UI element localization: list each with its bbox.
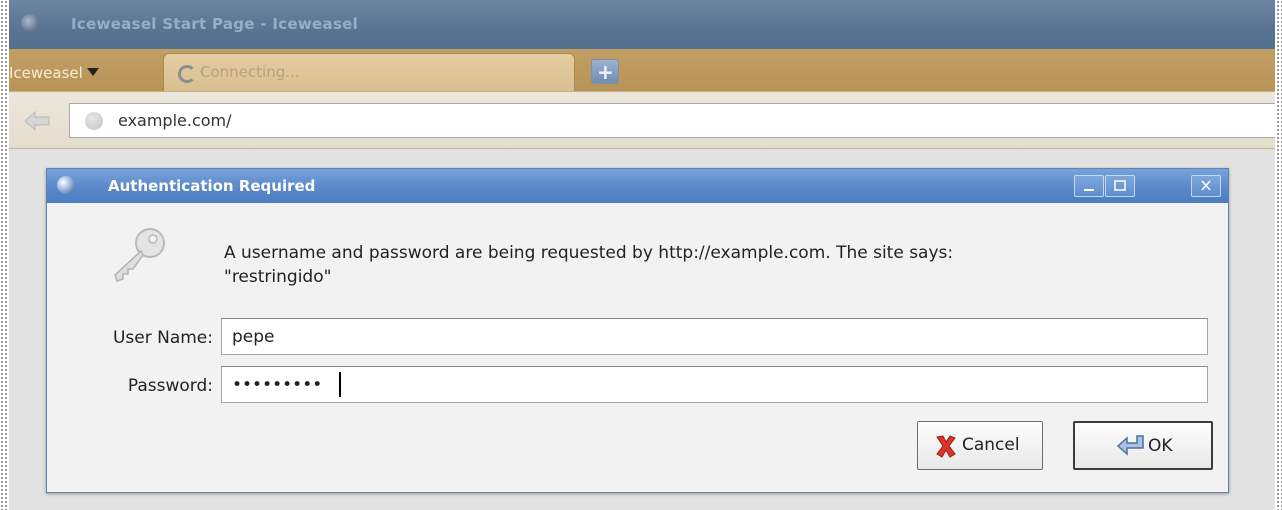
close-icon [1201, 180, 1211, 191]
password-input[interactable] [222, 367, 1207, 402]
minimize-icon [1084, 189, 1094, 191]
tab-label: Connecting... [200, 63, 300, 81]
key-icon [114, 228, 165, 282]
close-button[interactable] [1191, 175, 1221, 197]
site-identity-icon [85, 112, 103, 130]
ok-button[interactable]: OK [1073, 421, 1213, 470]
username-input[interactable] [222, 319, 1207, 354]
back-arrow-icon [24, 110, 50, 132]
cancel-button[interactable]: Cancel [917, 421, 1043, 470]
username-label: User Name: [112, 328, 213, 348]
password-label: Password: [127, 376, 213, 396]
new-tab-button[interactable]: + [591, 59, 619, 84]
plus-icon: + [597, 60, 614, 84]
cancel-label: Cancel [962, 435, 1020, 455]
auth-message-line1: A username and password are being reques… [224, 243, 954, 263]
app-menu-label: Iceweasel [9, 64, 83, 82]
password-field[interactable] [221, 366, 1208, 403]
text-cursor [339, 372, 341, 397]
browser-titlebar: Iceweasel Start Page - Iceweasel [9, 0, 1275, 49]
authentication-dialog: Authentication Required A username and p… [46, 168, 1229, 493]
dropdown-arrow-icon [86, 68, 99, 76]
maximize-button[interactable] [1105, 175, 1135, 197]
maximize-icon [1114, 180, 1126, 191]
ok-label: OK [1148, 436, 1173, 456]
auth-message: A username and password are being reques… [224, 241, 1184, 289]
iceweasel-logo-icon [21, 14, 39, 32]
dialog-titlebar: Authentication Required [47, 169, 1228, 203]
minimize-button[interactable] [1074, 175, 1104, 197]
address-bar[interactable]: example.com/ [69, 103, 1275, 138]
iceweasel-globe-icon [57, 176, 75, 194]
loading-spinner-icon [178, 65, 196, 83]
back-button[interactable] [21, 107, 55, 135]
window-title: Iceweasel Start Page - Iceweasel [71, 15, 359, 33]
app-menu-button[interactable]: Iceweasel [9, 61, 99, 85]
auth-message-line2: "restringido" [224, 267, 332, 287]
desktop-edge-left [0, 0, 8, 510]
url-text: example.com/ [118, 111, 232, 130]
enter-arrow-icon [1116, 435, 1144, 456]
desktop-edge-right [1276, 0, 1282, 510]
dialog-title: Authentication Required [108, 177, 316, 195]
red-x-icon [936, 435, 956, 458]
navigation-toolbar: example.com/ [9, 91, 1275, 149]
username-field[interactable] [221, 318, 1208, 355]
tab-connecting[interactable]: Connecting... [163, 53, 575, 91]
